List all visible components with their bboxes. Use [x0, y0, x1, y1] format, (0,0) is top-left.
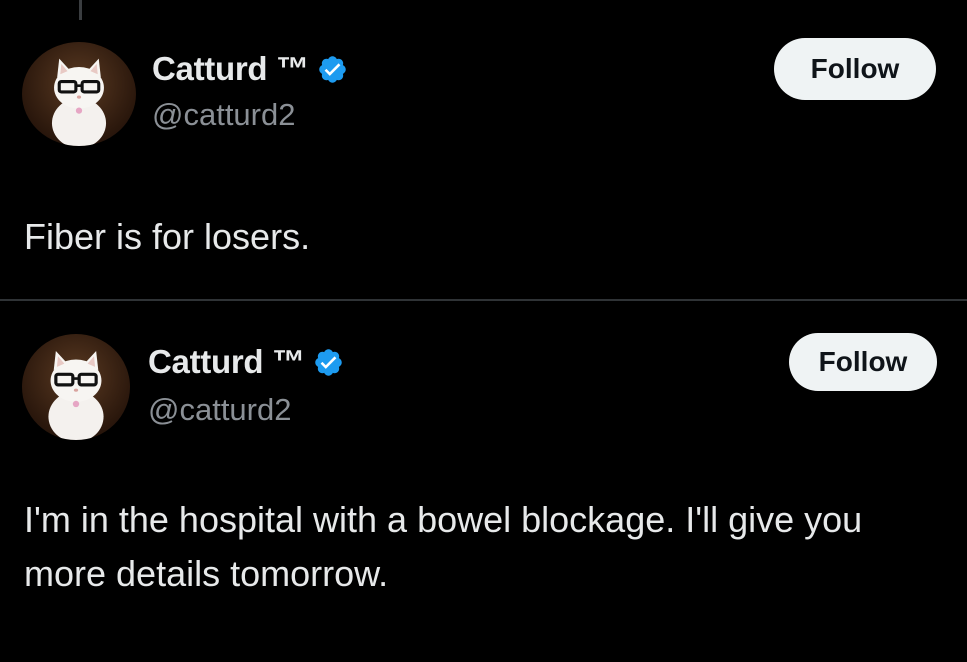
- author-handle[interactable]: @catturd2: [148, 392, 291, 428]
- cat-avatar-image: [51, 58, 107, 146]
- follow-button[interactable]: Follow: [774, 38, 936, 100]
- avatar[interactable]: [22, 334, 130, 440]
- display-name[interactable]: Catturd ™: [152, 50, 309, 88]
- display-name[interactable]: Catturd ™: [148, 343, 305, 381]
- author-handle[interactable]: @catturd2: [152, 97, 295, 133]
- tweet-1[interactable]: Catturd ™ @catturd2 Follow Fiber is for …: [0, 0, 967, 300]
- avatar[interactable]: [22, 42, 136, 146]
- author-name-row[interactable]: Catturd ™: [152, 50, 348, 88]
- follow-button[interactable]: Follow: [789, 333, 937, 391]
- author-name-row[interactable]: Catturd ™: [148, 343, 344, 381]
- verified-badge-icon[interactable]: [317, 54, 348, 85]
- cat-avatar-image: [48, 350, 104, 440]
- verified-badge-icon[interactable]: [313, 347, 344, 378]
- tweet-text: Fiber is for losers.: [24, 216, 311, 257]
- tweet-2[interactable]: Catturd ™ @catturd2 Follow I'm in the ho…: [0, 301, 967, 662]
- tweet-text: I'm in the hospital with a bowel blockag…: [24, 499, 863, 594]
